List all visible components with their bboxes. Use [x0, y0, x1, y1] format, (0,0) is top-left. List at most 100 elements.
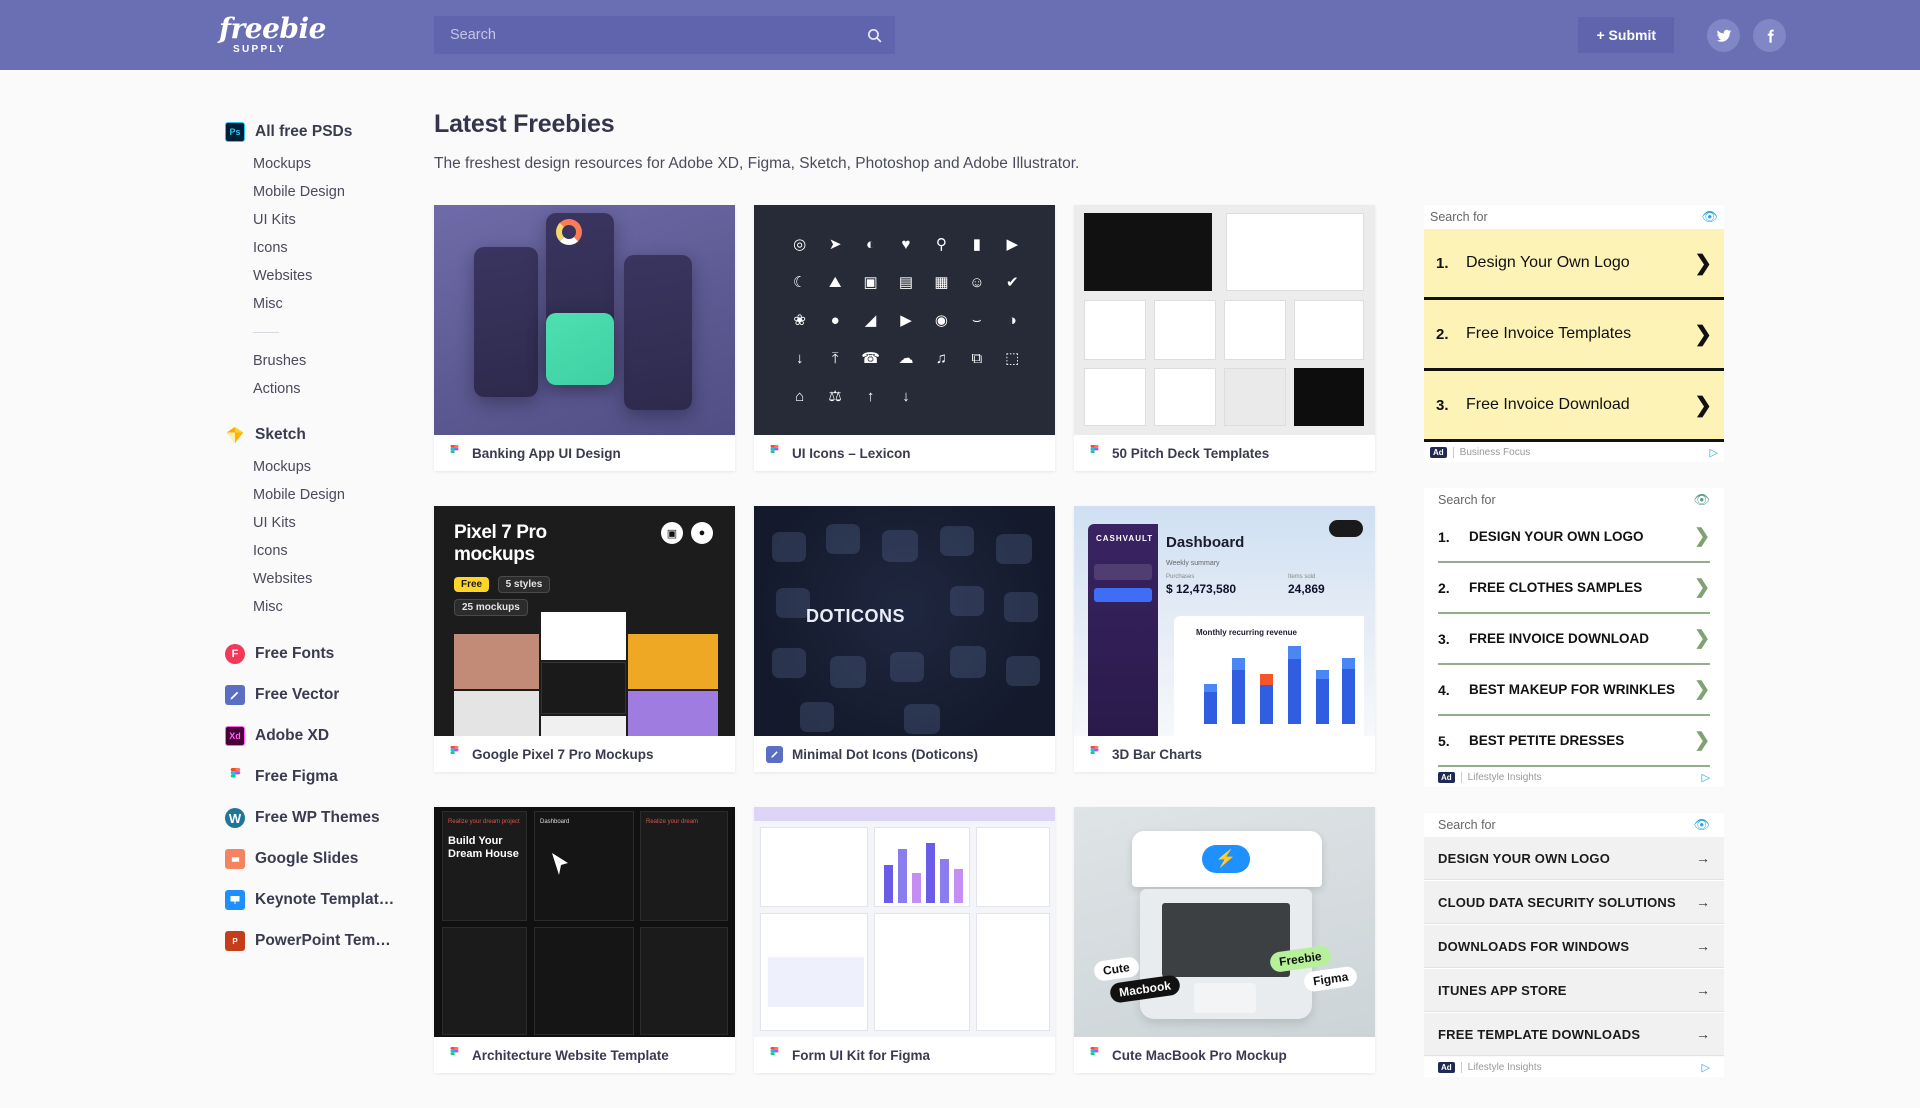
ad-row[interactable]: DOWNLOADS FOR WINDOWS →: [1424, 925, 1724, 968]
figma-icon: [446, 1047, 463, 1064]
card-3d-bar-charts[interactable]: CASHVAULT Dashboard Weekly summary Purch…: [1074, 506, 1375, 772]
card-form-ui-kit-for-figma[interactable]: Form UI Kit for Figma: [754, 807, 1055, 1073]
sidebar-item-powerpoint-templates[interactable]: P PowerPoint Tem…: [225, 926, 430, 956]
card-50-pitch-deck-templates[interactable]: 50 Pitch Deck Templates: [1074, 205, 1375, 471]
sidebar-item-sketch-icons[interactable]: Icons: [225, 537, 430, 565]
figma-icon: [446, 445, 463, 462]
sidebar-item-psd-ui-kits[interactable]: UI Kits: [225, 206, 430, 234]
ad-row-text: CLOUD DATA SECURITY SOLUTIONS: [1438, 894, 1676, 910]
adchoices-icon[interactable]: ▷: [1702, 771, 1710, 784]
ad-row[interactable]: 5. BEST PETITE DRESSES ❯: [1438, 716, 1710, 767]
ad-row[interactable]: FREE TEMPLATE DOWNLOADS →: [1424, 1013, 1724, 1056]
sidebar-nav: Ps All free PSDs Mockups Mobile Design U…: [0, 70, 430, 1080]
card-footer: Minimal Dot Icons (Doticons): [754, 736, 1055, 772]
ad-row[interactable]: 3. FREE INVOICE DOWNLOAD ❯: [1438, 614, 1710, 665]
sidebar-item-sketch-misc[interactable]: Misc: [225, 593, 430, 621]
sidebar-item-free-figma[interactable]: Free Figma: [225, 762, 430, 792]
card-minimal-dot-icons[interactable]: DOTICONS Minimal Dot Icons (Doticons): [754, 506, 1055, 772]
ad-row[interactable]: 2. FREE CLOTHES SAMPLES ❯: [1438, 563, 1710, 614]
site-header: freebie SUPPLY + Submit: [0, 0, 1920, 70]
card-cute-macbook-pro-mockup[interactable]: ⚡ Cute Macbook Freebie Figma Cute MacBoo…: [1074, 807, 1375, 1073]
ad-row[interactable]: DESIGN YOUR OWN LOGO →: [1424, 837, 1724, 880]
page-subtitle: The freshest design resources for Adobe …: [434, 155, 1080, 172]
figma-badge-icon: ▣: [661, 522, 683, 544]
twitter-icon: [1716, 29, 1731, 42]
chevron-right-icon: ❯: [1694, 628, 1710, 649]
logo-subtext: SUPPLY: [233, 44, 286, 55]
figma-icon: [1086, 1047, 1103, 1064]
sidebar-item-keynote-templates[interactable]: Keynote Templat…: [225, 885, 430, 915]
sidebar-item-label: Keynote Templat…: [255, 891, 395, 908]
ad-row-text: Free Invoice Download: [1466, 396, 1630, 413]
sidebar-group-psd: Ps All free PSDs Mockups Mobile Design U…: [225, 118, 430, 403]
card-ui-icons-lexicon[interactable]: ◎ ➤ ◐ ♥ ⚲ ▮ ▶ ☾ ⛰ ▣ ▤ ▦ ☺ ✔ ❀ ● ◢ ▶ ◉ ⌣ ◑ ↓ ⤒ ☎ ☁ ♫ ⧉ ⬚ ⌂ ⚖ ↑ ↓ UI …: [754, 205, 1055, 471]
arrow-right-icon: →: [1696, 938, 1710, 954]
arrow-right-icon: →: [1696, 1026, 1710, 1042]
figma-icon: [766, 1047, 783, 1064]
sidebar-item-sketch[interactable]: Sketch: [225, 421, 430, 449]
adobe-xd-icon: Xd: [225, 726, 245, 746]
adchoices-icon[interactable]: ▷: [1710, 446, 1718, 459]
sidebar-item-psd-mockups[interactable]: Mockups: [225, 150, 430, 178]
site-logo[interactable]: freebie SUPPLY: [219, 11, 326, 59]
sidebar-item-label: Free Figma: [255, 768, 338, 785]
figma-icon: [225, 767, 245, 787]
card-title: Google Pixel 7 Pro Mockups: [472, 746, 654, 762]
thumb-dash-weekly: Weekly summary: [1166, 560, 1220, 567]
sidebar-item-psd-mobile-design[interactable]: Mobile Design: [225, 178, 430, 206]
ad-row[interactable]: 3. Free Invoice Download ❯: [1424, 371, 1724, 442]
card-thumbnail: [1074, 205, 1375, 435]
sidebar-item-brushes[interactable]: Brushes: [225, 347, 430, 375]
card-banking-app-ui-design[interactable]: Banking App UI Design: [434, 205, 735, 471]
sidebar-item-psd-websites[interactable]: Websites: [225, 262, 430, 290]
sidebar-group-label: All free PSDs: [255, 123, 353, 140]
chevron-right-icon: ❯: [1694, 577, 1710, 598]
thumb-chart-title: Monthly recurring revenue: [1196, 628, 1297, 637]
ad-row-text: FREE INVOICE DOWNLOAD: [1469, 630, 1650, 646]
hide-ad-icon[interactable]: 👁: [1701, 209, 1718, 225]
ad-unit-lifestyle-insights-green: Search for 👁 1. DESIGN YOUR OWN LOGO ❯ 2…: [1424, 488, 1724, 787]
hide-ad-icon[interactable]: 👁: [1693, 492, 1710, 508]
hide-ad-icon[interactable]: 👁: [1693, 817, 1710, 833]
adchoices-icon[interactable]: ▷: [1702, 1061, 1710, 1074]
chevron-right-icon: ❯: [1694, 393, 1712, 417]
sidebar-item-psd-icons[interactable]: Icons: [225, 234, 430, 262]
sidebar-item-sketch-ui-kits[interactable]: UI Kits: [225, 509, 430, 537]
sidebar-item-adobe-xd[interactable]: Xd Adobe XD: [225, 721, 430, 751]
facebook-link[interactable]: [1753, 19, 1786, 52]
figma-icon: [1086, 445, 1103, 462]
twitter-link[interactable]: [1707, 19, 1740, 52]
sidebar-item-all-free-psds[interactable]: Ps All free PSDs: [225, 118, 430, 146]
sidebar-item-psd-misc[interactable]: Misc: [225, 290, 430, 318]
search-button[interactable]: [853, 16, 895, 54]
author-badge-icon: ●: [691, 522, 713, 544]
search-input[interactable]: [434, 16, 853, 54]
card-title: 3D Bar Charts: [1112, 746, 1203, 762]
sidebar-item-google-slides[interactable]: Google Slides: [225, 844, 430, 874]
sidebar-item-free-wp-themes[interactable]: W Free WP Themes: [225, 803, 430, 833]
ad-row-text: BEST PETITE DRESSES: [1469, 732, 1625, 748]
ad-row[interactable]: 4. BEST MAKEUP FOR WRINKLES ❯: [1438, 665, 1710, 716]
sidebar-item-free-fonts[interactable]: F Free Fonts: [225, 639, 430, 669]
ad-row[interactable]: ITUNES APP STORE →: [1424, 969, 1724, 1012]
ad-header: Search for 👁: [1424, 488, 1724, 512]
ad-row[interactable]: CLOUD DATA SECURITY SOLUTIONS →: [1424, 881, 1724, 924]
ad-body: 1. DESIGN YOUR OWN LOGO ❯ 2. FREE CLOTHE…: [1424, 512, 1724, 767]
ad-header-label: Search for: [1438, 493, 1496, 507]
card-architecture-website-template[interactable]: Realize your dream project Build Your Dre…: [434, 807, 735, 1073]
ad-row[interactable]: 1. Design Your Own Logo ❯: [1424, 229, 1724, 300]
tag-styles: 5 styles: [497, 576, 551, 593]
sidebar-item-sketch-mobile-design[interactable]: Mobile Design: [225, 481, 430, 509]
ad-row[interactable]: 2. Free Invoice Templates ❯: [1424, 300, 1724, 371]
card-google-pixel-7-pro-mockups[interactable]: Pixel 7 Pro mockups ▣ ● Free 5 styles 25…: [434, 506, 735, 772]
thumb-heading-line2: mockups: [454, 544, 535, 565]
sidebar-item-sketch-mockups[interactable]: Mockups: [225, 453, 430, 481]
tag-free: Free: [454, 577, 490, 592]
submit-button[interactable]: + Submit: [1578, 17, 1674, 53]
sidebar-item-free-vector[interactable]: Free Vector: [225, 680, 430, 710]
sidebar-item-sketch-websites[interactable]: Websites: [225, 565, 430, 593]
sidebar-item-actions[interactable]: Actions: [225, 375, 430, 403]
ad-row[interactable]: 1. DESIGN YOUR OWN LOGO ❯: [1438, 512, 1710, 563]
search-bar[interactable]: [434, 16, 895, 54]
